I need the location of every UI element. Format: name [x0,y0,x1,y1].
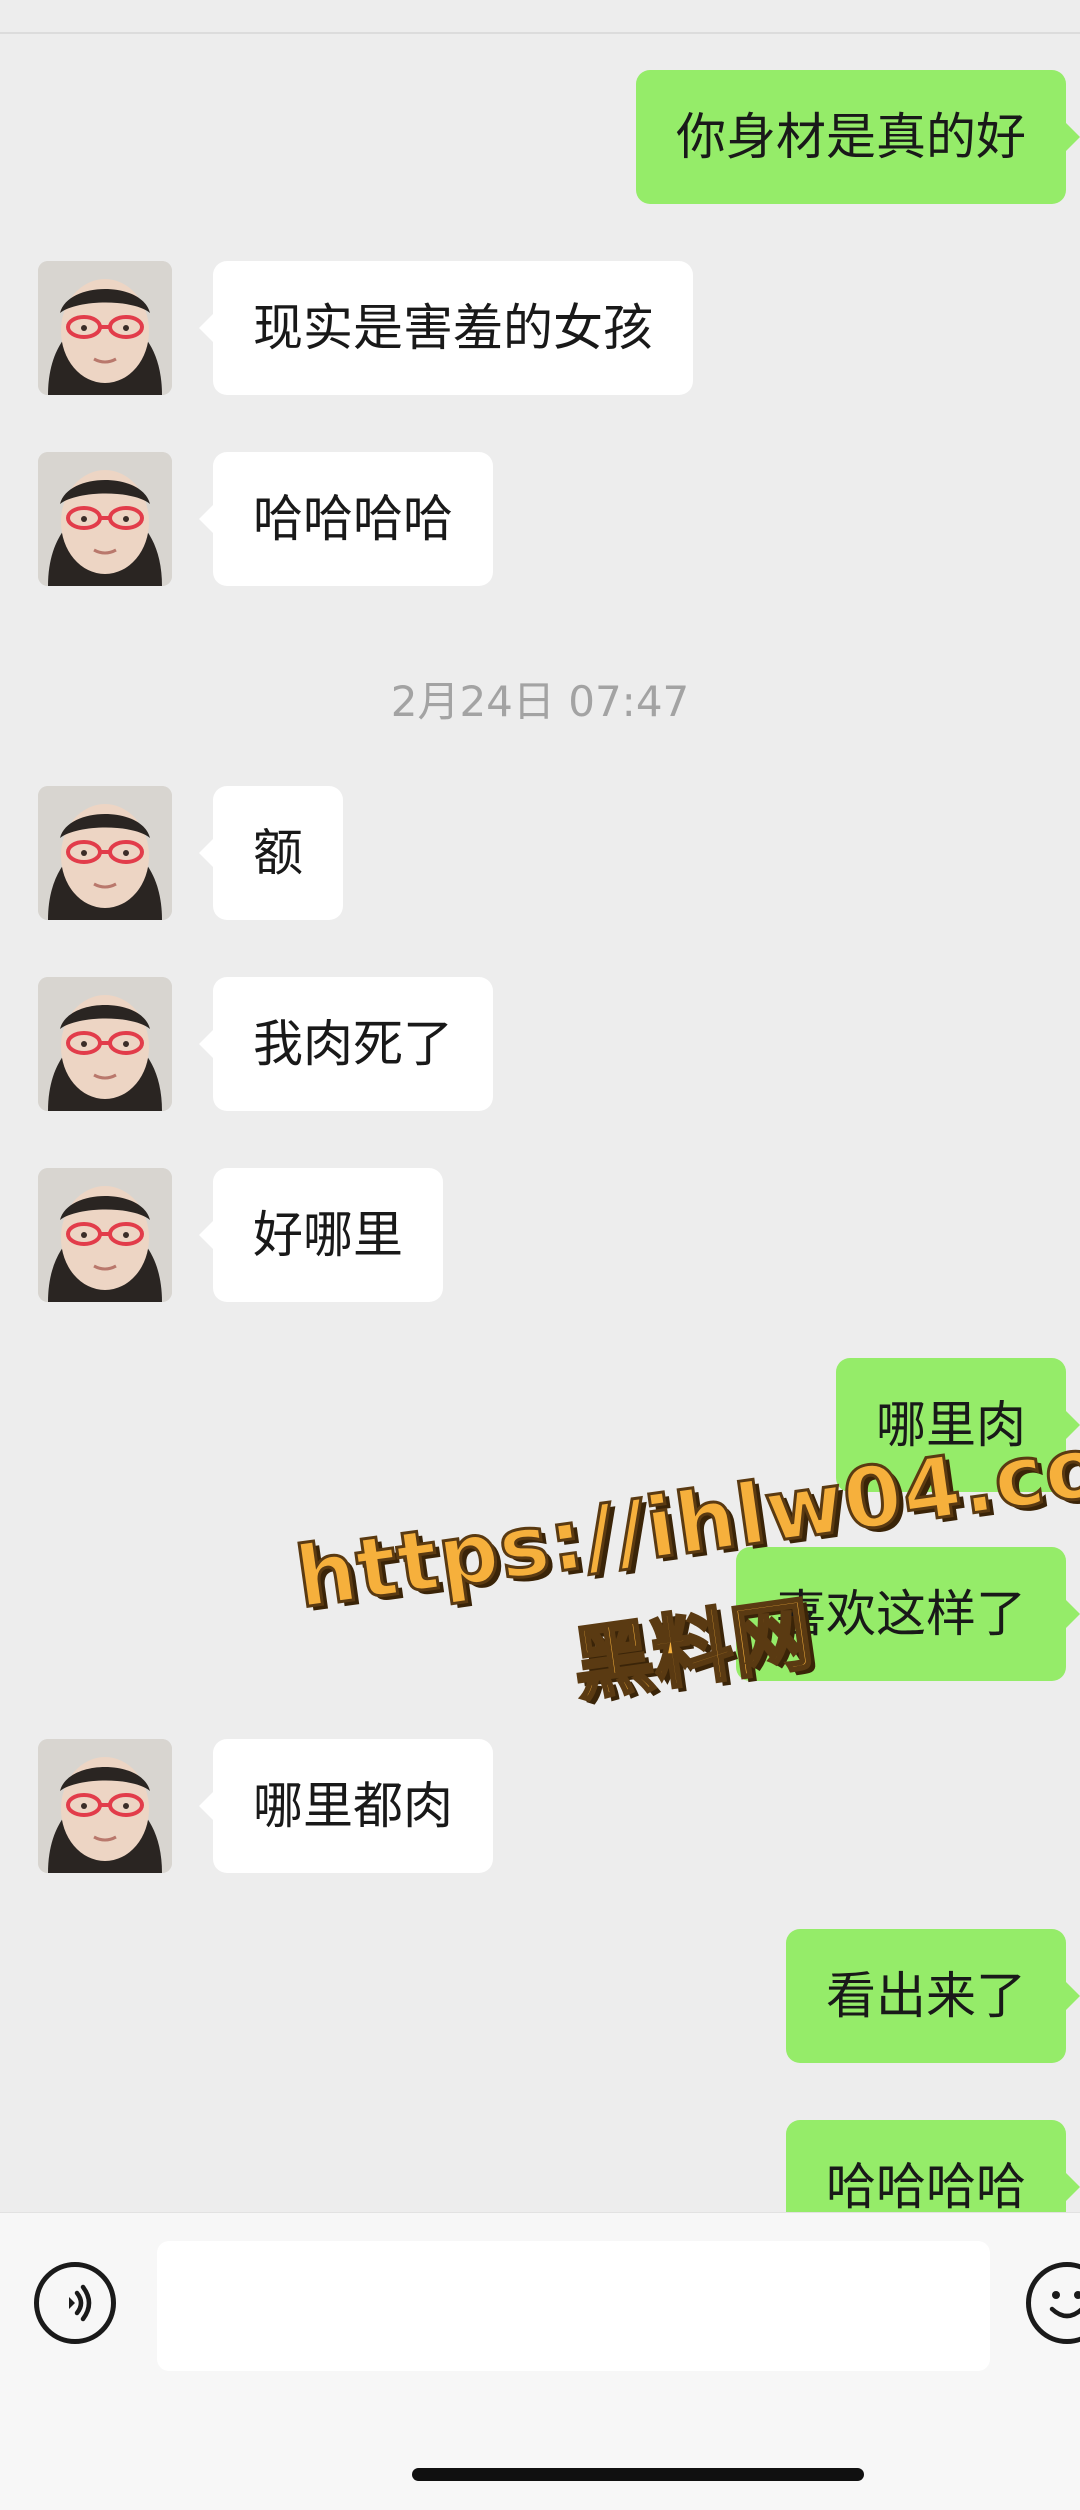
avatar[interactable] [38,1739,172,1873]
input-bar [0,2212,1080,2510]
nav-divider [0,32,1080,34]
incoming-message-bubble[interactable]: 额 [199,786,343,920]
incoming-message-bubble[interactable]: 哈哈哈哈 [199,452,493,586]
message-row: 额 [0,786,1080,921]
chat-area[interactable]: 你身材是真的好 现实是害羞的女孩 哈哈哈哈 2月24日 07:47 额 我肉死了… [0,0,1080,2212]
message-row: 哪里都肉 [0,1739,1080,1874]
message-text: 哈哈哈哈 [253,490,453,548]
message-input[interactable] [157,2241,990,2371]
message-row: 喜欢这样了 [0,1547,1080,1682]
incoming-message-bubble[interactable]: 现实是害羞的女孩 [199,261,693,395]
message-text: 额 [253,824,303,882]
avatar[interactable] [38,786,172,920]
outgoing-message-bubble[interactable]: 哪里肉 [836,1358,1080,1492]
avatar[interactable] [38,1168,172,1302]
message-text: 你身材是真的好 [676,108,1026,166]
incoming-message-bubble[interactable]: 我肉死了 [199,977,493,1111]
outgoing-message-bubble[interactable]: 喜欢这样了 [736,1547,1080,1681]
message-row: 现实是害羞的女孩 [0,261,1080,396]
message-text: 现实是害羞的女孩 [253,299,653,357]
incoming-message-bubble[interactable]: 哪里都肉 [199,1739,493,1873]
outgoing-message-bubble[interactable]: 哈哈哈哈 [786,2120,1080,2212]
message-text: 哪里肉 [876,1396,1026,1454]
message-timestamp: 2月24日 07:47 [390,677,690,726]
emoji-icon[interactable] [1026,2262,1080,2344]
message-row: 看出来了 [0,1929,1080,2064]
message-row: 哈哈哈哈 [0,452,1080,587]
message-text: 好哪里 [253,1206,403,1264]
outgoing-message-bubble[interactable]: 你身材是真的好 [636,70,1080,204]
message-row: 你身材是真的好 [0,70,1080,205]
avatar[interactable] [38,977,172,1111]
voice-icon[interactable] [34,2262,116,2344]
message-row: 我肉死了 [0,977,1080,1112]
message-row: 好哪里 [0,1168,1080,1303]
avatar[interactable] [38,452,172,586]
message-text: 喜欢这样了 [776,1585,1026,1643]
message-text: 哈哈哈哈 [826,2158,1026,2212]
home-indicator [412,2468,864,2481]
avatar[interactable] [38,261,172,395]
message-row: 哈哈哈哈 [0,2120,1080,2212]
message-text: 看出来了 [826,1967,1026,2025]
message-text: 我肉死了 [253,1015,453,1073]
outgoing-message-bubble[interactable]: 看出来了 [786,1929,1080,2063]
incoming-message-bubble[interactable]: 好哪里 [199,1168,443,1302]
message-row: 哪里肉 [0,1358,1080,1493]
message-text: 哪里都肉 [253,1777,453,1835]
